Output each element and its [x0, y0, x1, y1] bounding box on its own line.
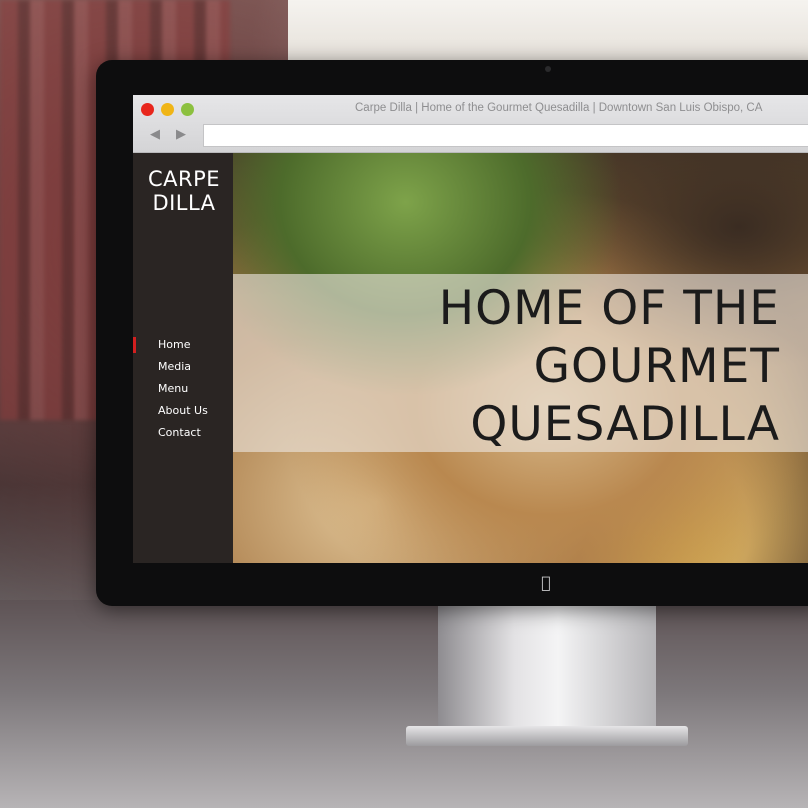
forward-arrow-icon[interactable]: ▶ [169, 124, 193, 146]
browser-toolbar: Carpe Dilla | Home of the Gourmet Quesad… [133, 95, 808, 153]
background-window [288, 0, 808, 60]
address-bar[interactable] [203, 124, 808, 147]
hero-image: HOME OF THE GOURMET QUESADILLA [233, 153, 808, 563]
screen: Carpe Dilla | Home of the Gourmet Quesad… [133, 95, 808, 563]
desk-surface [0, 600, 808, 808]
close-window-button[interactable] [141, 103, 154, 116]
hero-title-line-3: QUESADILLA [470, 397, 780, 452]
monitor-stand-base [406, 726, 688, 746]
hero-title-line-2: GOURMET [533, 339, 780, 394]
hero-title: HOME OF THE GOURMET QUESADILLA [220, 280, 780, 454]
site-nav: Home Media Menu About Us Contact [133, 334, 233, 444]
apple-logo-icon:  [537, 574, 555, 592]
logo-line-2: DILLA [152, 191, 216, 215]
site-sidebar: CARPE DILLA Home Media Menu About Us Con… [133, 153, 233, 563]
hero-title-line-1: HOME OF THE [438, 281, 780, 336]
camera-icon [545, 66, 551, 72]
back-arrow-icon[interactable]: ◀ [143, 124, 167, 146]
nav-item-about-us[interactable]: About Us [133, 400, 233, 422]
monitor-stand [438, 606, 656, 734]
minimize-window-button[interactable] [161, 103, 174, 116]
logo-line-1: CARPE [147, 167, 221, 191]
nav-item-menu[interactable]: Menu [133, 378, 233, 400]
zoom-window-button[interactable] [181, 103, 194, 116]
nav-item-contact[interactable]: Contact [133, 422, 233, 444]
nav-item-media[interactable]: Media [133, 356, 233, 378]
site-logo[interactable]: CARPE DILLA [143, 167, 225, 215]
nav-item-home[interactable]: Home [133, 334, 233, 356]
browser-title: Carpe Dilla | Home of the Gourmet Quesad… [355, 102, 763, 114]
